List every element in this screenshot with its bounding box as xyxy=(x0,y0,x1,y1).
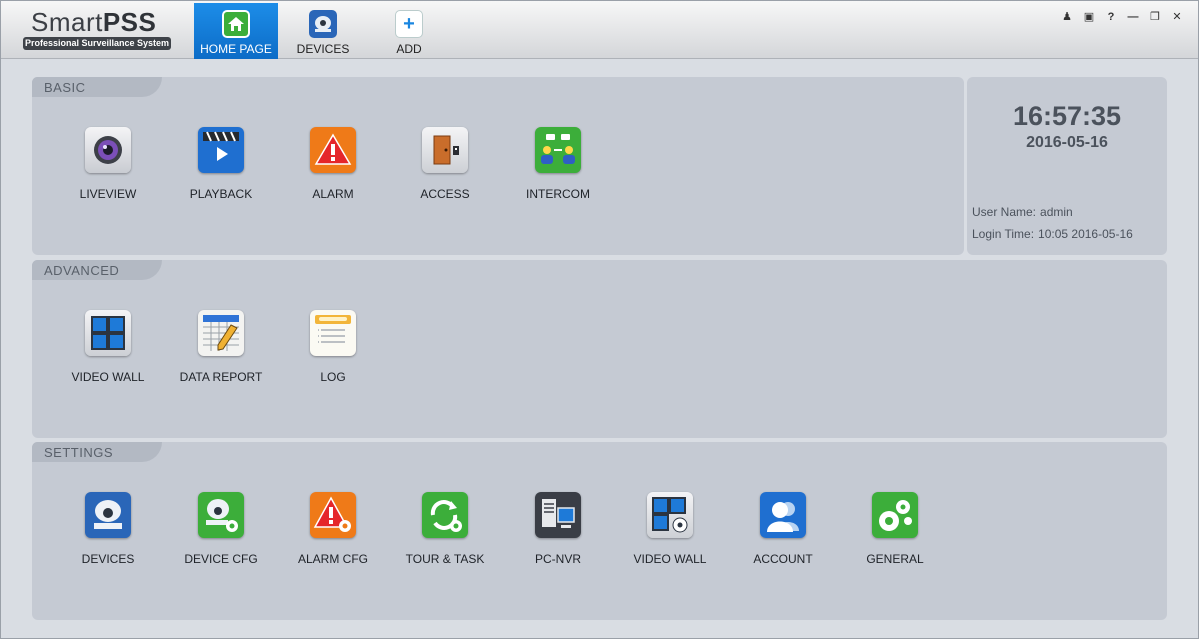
nav-tab-add[interactable]: + ADD xyxy=(367,3,451,59)
nav-label: ADD xyxy=(396,42,422,56)
tile-label: GENERAL xyxy=(866,552,924,566)
nav-label: HOME PAGE xyxy=(200,42,272,56)
camera-icon xyxy=(309,10,337,38)
data-report-icon xyxy=(198,310,244,356)
user-icon[interactable]: ♟ xyxy=(1056,9,1078,25)
liveview-icon xyxy=(85,127,131,173)
plus-icon: + xyxy=(395,10,423,38)
tile-pc-nvr[interactable]: PC-NVR xyxy=(502,492,614,582)
tile-liveview[interactable]: LIVEVIEW xyxy=(52,127,164,217)
tile-label: DATA REPORT xyxy=(179,370,263,384)
tile-label: VIDEO WALL xyxy=(71,370,145,384)
login-time-label: Login Time: xyxy=(972,227,1035,241)
tile-playback[interactable]: PLAYBACK xyxy=(165,127,277,217)
home-icon xyxy=(222,10,250,38)
general-icon xyxy=(872,492,918,538)
basic-heading: BASIC xyxy=(32,77,162,97)
restore-icon[interactable]: ❐ xyxy=(1144,9,1166,25)
log-icon xyxy=(310,310,356,356)
tile-log[interactable]: LOG xyxy=(277,310,389,400)
settings-heading: SETTINGS xyxy=(32,442,162,462)
video-wall-icon xyxy=(85,310,131,356)
settings-panel: SETTINGS DEVICES DEVICE CFG ALARM CFG TO… xyxy=(32,442,1167,620)
account-icon xyxy=(760,492,806,538)
tile-label: DEVICE CFG xyxy=(184,552,258,566)
tile-device-cfg[interactable]: DEVICE CFG xyxy=(165,492,277,582)
tile-label: INTERCOM xyxy=(526,187,590,201)
user-name-value: admin xyxy=(1040,205,1073,219)
lock-icon[interactable]: ▣ xyxy=(1078,9,1100,25)
current-time: 16:57:35 xyxy=(1012,101,1122,131)
login-time-value: 10:05 2016-05-16 xyxy=(1038,227,1133,241)
advanced-panel: ADVANCED VIDEO WALL DATA REPORT LOG xyxy=(32,260,1167,438)
alarm-cfg-icon xyxy=(310,492,356,538)
help-icon[interactable]: ? xyxy=(1100,9,1122,25)
tile-label: ACCOUNT xyxy=(753,552,813,566)
tile-devices[interactable]: DEVICES xyxy=(52,492,164,582)
tile-alarm[interactable]: ALARM xyxy=(277,127,389,217)
app-logo: SmartPSS Professional Surveillance Syste… xyxy=(23,7,173,51)
window-controls: ♟ ▣ ? — ❐ ✕ xyxy=(1056,9,1188,25)
tile-label: ACCESS xyxy=(420,187,470,201)
tour-task-icon xyxy=(422,492,468,538)
tile-label: VIDEO WALL xyxy=(633,552,707,566)
playback-icon xyxy=(198,127,244,173)
tile-account[interactable]: ACCOUNT xyxy=(727,492,839,582)
device-cfg-icon xyxy=(198,492,244,538)
intercom-icon xyxy=(535,127,581,173)
nav-label: DEVICES xyxy=(296,42,350,56)
tile-label: PC-NVR xyxy=(534,552,581,566)
clock: 16:57:35 2016-05-16 xyxy=(967,101,1167,152)
nav-tab-home-page[interactable]: HOME PAGE xyxy=(194,3,278,59)
tile-access[interactable]: ACCESS xyxy=(389,127,501,217)
nav-tab-devices[interactable]: DEVICES xyxy=(281,3,365,59)
top-bar: SmartPSS Professional Surveillance Syste… xyxy=(1,1,1198,59)
video-wall-cfg-icon xyxy=(647,492,693,538)
status-panel: 16:57:35 2016-05-16 User Name: admin Logi… xyxy=(967,77,1167,255)
user-name-label: User Name: xyxy=(972,205,1037,219)
tile-label: LIVEVIEW xyxy=(79,187,137,201)
tile-label: TOUR & TASK xyxy=(405,552,485,566)
advanced-heading: ADVANCED xyxy=(32,260,162,280)
tile-label: PLAYBACK xyxy=(189,187,253,201)
tile-data-report[interactable]: DATA REPORT xyxy=(165,310,277,400)
pc-nvr-icon xyxy=(535,492,581,538)
tile-video-wall-cfg[interactable]: VIDEO WALL xyxy=(614,492,726,582)
tile-tour-task[interactable]: TOUR & TASK xyxy=(389,492,501,582)
tile-alarm-cfg[interactable]: ALARM CFG xyxy=(277,492,389,582)
tile-label: ALARM xyxy=(312,187,354,201)
tile-label: ALARM CFG xyxy=(297,552,368,566)
tile-label: DEVICES xyxy=(81,552,135,566)
tile-video-wall[interactable]: VIDEO WALL xyxy=(52,310,164,400)
minimize-icon[interactable]: — xyxy=(1122,9,1144,25)
tile-general[interactable]: GENERAL xyxy=(839,492,951,582)
devices-icon xyxy=(85,492,131,538)
user-name-row: User Name: admin xyxy=(972,205,1077,219)
close-icon[interactable]: ✕ xyxy=(1166,9,1188,25)
alarm-icon xyxy=(310,127,356,173)
access-icon xyxy=(422,127,468,173)
tile-label: LOG xyxy=(320,370,346,384)
app-title: SmartPSS xyxy=(31,7,157,37)
login-time-row: Login Time: 10:05 2016-05-16 xyxy=(972,227,1137,241)
tile-intercom[interactable]: INTERCOM xyxy=(502,127,614,217)
current-date: 2016-05-16 xyxy=(1026,134,1108,151)
app-subtitle: Professional Surveillance System xyxy=(23,37,171,50)
basic-panel: BASIC LIVEVIEW PLAYBACK ALARM ACCESS INT… xyxy=(32,77,964,255)
